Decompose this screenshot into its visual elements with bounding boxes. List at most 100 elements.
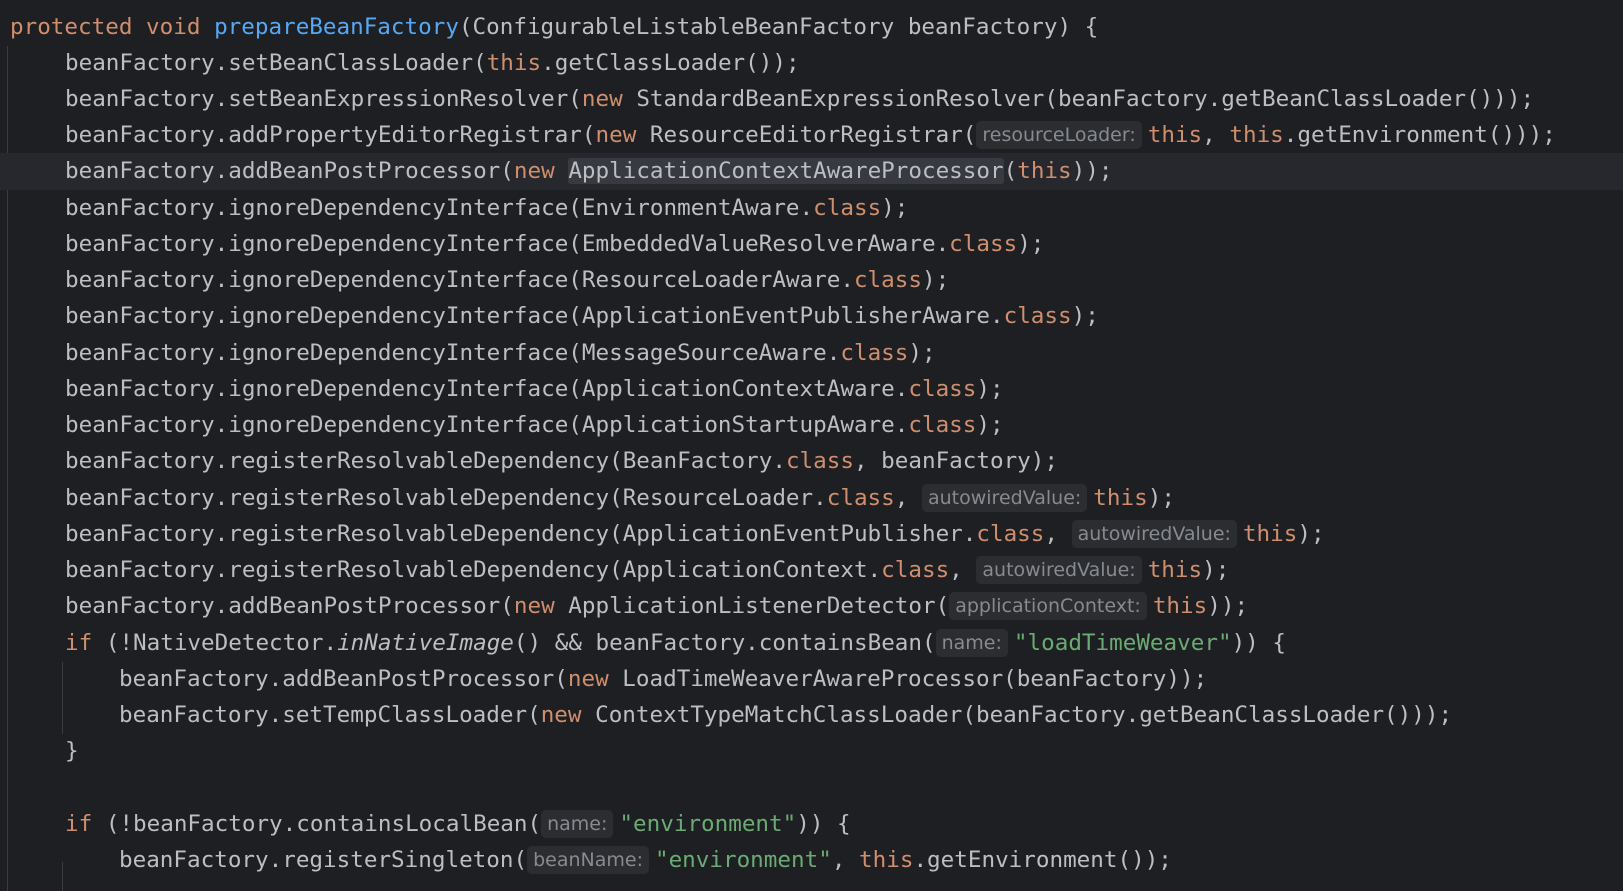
parameter-hint: resourceLoader: (976, 121, 1142, 149)
keyword: class (813, 195, 882, 221)
code-line[interactable]: beanFactory.ignoreDependencyInterface(Em… (0, 226, 1623, 263)
modifier-keyword: protected (10, 14, 133, 40)
code-line[interactable]: beanFactory.ignoreDependencyInterface(En… (0, 190, 1623, 227)
parameter-hint: name: (935, 629, 1008, 657)
code-text: beanFactory.ignoreDependencyInterface(Ap… (65, 376, 909, 402)
keyword: this (1147, 122, 1203, 148)
code-text: ); (976, 412, 1004, 438)
current-code-line[interactable]: beanFactory.addBeanPostProcessor(new App… (0, 153, 1623, 190)
keyword: class (840, 340, 909, 366)
keyword: new (513, 593, 555, 619)
keyword: class (908, 412, 977, 438)
code-text: )); (1207, 593, 1249, 619)
keyword: class (908, 376, 977, 402)
code-text: ContextTypeMatchClassLoader(beanFactory.… (581, 702, 1453, 728)
code-line[interactable]: beanFactory.ignoreDependencyInterface(Re… (0, 262, 1623, 299)
code-line[interactable]: beanFactory.setTempClassLoader(new Conte… (0, 697, 1623, 734)
keyword: class (949, 231, 1018, 257)
keyword: if (65, 811, 93, 837)
return-type-keyword: void (146, 14, 201, 40)
code-text: beanFactory.ignoreDependencyInterface(Re… (65, 267, 854, 293)
code-line[interactable]: beanFactory.addBeanPostProcessor(new App… (0, 588, 1623, 625)
keyword: this (1229, 122, 1284, 148)
method-name: prepareBeanFactory (214, 14, 459, 40)
code-line[interactable]: beanFactory.addPropertyEditorRegistrar(n… (0, 117, 1623, 154)
keyword: class (976, 521, 1045, 547)
code-text: beanFactory.registerSingleton( (119, 847, 528, 873)
code-editor[interactable]: protected void prepareBeanFactory(Config… (0, 0, 1623, 891)
code-text: ApplicationListenerDetector( (554, 593, 950, 619)
code-line[interactable]: beanFactory.ignoreDependencyInterface(Me… (0, 335, 1623, 372)
keyword: this (859, 847, 914, 873)
keyword: new (540, 702, 582, 728)
code-text: ); (921, 267, 950, 293)
code-text: .getClassLoader()); (541, 50, 800, 76)
parameter-hint: name: (541, 810, 614, 838)
code-text: ); (908, 340, 936, 366)
code-line[interactable]: } (0, 733, 1623, 770)
parameter-hint: applicationContext: (949, 592, 1147, 620)
code-text: StandardBeanExpressionResolver(beanFacto… (622, 86, 1535, 112)
code-text: } (65, 738, 79, 764)
code-line[interactable]: beanFactory.registerResolvableDependency… (0, 552, 1623, 589)
code-text: beanFactory.registerResolvableDependency… (65, 557, 882, 583)
code-text: , (1044, 521, 1072, 547)
parameter-hint: autowiredValue: (921, 484, 1088, 512)
string-literal: "loadTimeWeaver" (1013, 630, 1232, 656)
keyword: this (1242, 521, 1298, 547)
code-text: LoadTimeWeaverAwareProcessor(beanFactory… (608, 666, 1208, 692)
code-text: ); (1147, 485, 1175, 511)
keyword: new (595, 122, 637, 148)
keyword: class (785, 448, 854, 474)
code-text: , (1202, 122, 1230, 148)
code-text: ResourceEditorRegistrar( (636, 122, 977, 148)
code-text: beanFactory.addBeanPostProcessor( (65, 593, 514, 619)
code-line[interactable]: protected void prepareBeanFactory(Config… (0, 9, 1623, 46)
code-text: beanFactory.ignoreDependencyInterface(En… (65, 195, 814, 221)
code-line[interactable]: if (!beanFactory.containsLocalBean(name:… (0, 806, 1623, 843)
keyword: class (853, 267, 922, 293)
code-text: beanFactory.setBeanClassLoader( (65, 50, 487, 76)
keyword: this (1147, 557, 1203, 583)
code-line[interactable]: beanFactory.ignoreDependencyInterface(Ap… (0, 298, 1623, 335)
code-text: beanFactory.setBeanExpressionResolver( (65, 86, 582, 112)
method-params: (ConfigurableListableBeanFactory beanFac… (458, 14, 1099, 40)
keyword: class (826, 485, 895, 511)
code-text: ); (976, 376, 1004, 402)
code-text: ); (1017, 231, 1045, 257)
keyword: this (1093, 485, 1148, 511)
code-text: beanFactory.registerResolvableDependency… (65, 485, 827, 511)
code-text: (!beanFactory.containsLocalBean( (92, 811, 542, 837)
code-text: beanFactory.registerResolvableDependency… (65, 448, 786, 474)
code-line[interactable]: beanFactory.addBeanPostProcessor(new Loa… (0, 661, 1623, 698)
code-text: ); (1297, 521, 1325, 547)
code-text: ); (881, 195, 909, 221)
keyword: this (486, 50, 542, 76)
code-line[interactable]: beanFactory.registerResolvableDependency… (0, 443, 1623, 480)
code-text: beanFactory.ignoreDependencyInterface(Em… (65, 231, 950, 257)
code-text: beanFactory.addBeanPostProcessor( (65, 158, 514, 184)
code-line[interactable]: if (!NativeDetector.inNativeImage() && b… (0, 625, 1623, 662)
code-line[interactable]: beanFactory.setBeanExpressionResolver(ne… (0, 81, 1623, 118)
code-text: )) { (796, 811, 851, 837)
static-method-call: inNativeImage (337, 630, 514, 656)
keyword: new (581, 86, 623, 112)
highlighted-identifier[interactable]: ApplicationContextAwareProcessor (568, 158, 1004, 184)
parameter-hint: autowiredValue: (976, 556, 1142, 584)
code-text: .getEnvironment())); (1283, 122, 1556, 148)
code-text: , (831, 847, 860, 873)
keyword: class (1003, 303, 1072, 329)
code-text: )) { (1231, 630, 1286, 656)
code-text: ); (1202, 557, 1230, 583)
code-line[interactable]: beanFactory.setBeanClassLoader(this.getC… (0, 45, 1623, 82)
code-line[interactable]: beanFactory.registerSingleton(beanName: "… (0, 842, 1623, 879)
code-line[interactable]: beanFactory.ignoreDependencyInterface(Ap… (0, 407, 1623, 444)
code-text: beanFactory.ignoreDependencyInterface(Me… (65, 340, 841, 366)
code-text: beanFactory.addBeanPostProcessor( (119, 666, 568, 692)
code-text: (!NativeDetector. (92, 630, 338, 656)
code-line[interactable]: beanFactory.registerResolvableDependency… (0, 480, 1623, 517)
code-line[interactable]: beanFactory.ignoreDependencyInterface(Ap… (0, 371, 1623, 408)
keyword: new (513, 158, 555, 184)
keyword: this (1152, 593, 1208, 619)
code-line[interactable]: beanFactory.registerResolvableDependency… (0, 516, 1623, 553)
